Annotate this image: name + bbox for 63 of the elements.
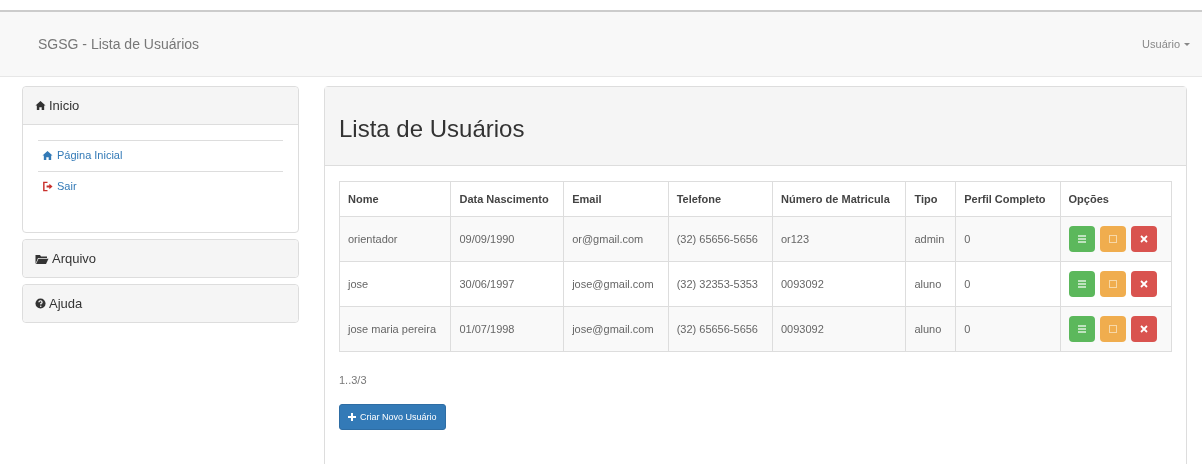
table-cell: (32) 65656-5656	[668, 306, 773, 352]
pagination-text: 1..3/3	[339, 374, 367, 386]
table-cell: admin	[905, 216, 956, 262]
home-icon	[35, 100, 46, 111]
column-header: Email	[563, 181, 669, 217]
column-header: Nome	[339, 181, 451, 217]
table-cell: or123	[772, 216, 906, 262]
table-cell: 30/06/1997	[450, 261, 564, 307]
column-header: Tipo	[905, 181, 956, 217]
column-header: Opções	[1060, 181, 1172, 217]
column-header: Número de Matricula	[772, 181, 906, 217]
table-cell: or@gmail.com	[563, 216, 669, 262]
sidebar-header[interactable]: Inicio	[23, 87, 298, 125]
edit-button[interactable]	[1099, 226, 1126, 252]
table-cell: 0	[955, 261, 1061, 307]
edit-icon	[1108, 235, 1117, 243]
create-user-button[interactable]: Criar Novo Usuário	[339, 404, 446, 430]
sidebar-header[interactable]: Arquivo	[23, 240, 298, 277]
table-cell: 0093092	[772, 306, 906, 352]
close-icon	[1139, 325, 1148, 333]
table-cell: jose	[339, 261, 451, 307]
table-cell: 01/07/1998	[450, 306, 564, 352]
sidebar-header[interactable]: Ajuda	[23, 285, 298, 322]
table-cell: 0	[955, 306, 1061, 352]
table-cell: orientador	[339, 216, 451, 262]
close-icon	[1139, 280, 1148, 288]
details-button[interactable]	[1068, 271, 1095, 297]
table-cell: 0093092	[772, 261, 906, 307]
list-icon	[1077, 280, 1086, 288]
table-cell: 0	[955, 216, 1061, 262]
edit-icon	[1108, 280, 1117, 288]
delete-button[interactable]	[1130, 271, 1157, 297]
home-icon	[42, 149, 53, 161]
help-icon	[35, 298, 46, 309]
details-button[interactable]	[1068, 316, 1095, 342]
details-button[interactable]	[1068, 226, 1095, 252]
table-cell: jose@gmail.com	[563, 261, 669, 307]
delete-button[interactable]	[1130, 226, 1157, 252]
folder-icon	[35, 252, 49, 265]
app-title[interactable]: SGSG - Lista de Usuários	[38, 36, 200, 52]
column-header: Telefone	[668, 181, 773, 217]
column-header: Perfil Completo	[955, 181, 1061, 217]
list-icon	[1077, 235, 1086, 243]
page-title: Lista de Usuários	[339, 115, 526, 143]
table-cell: jose@gmail.com	[563, 306, 669, 352]
sidebar-link[interactable]: Sair	[38, 171, 283, 202]
delete-button[interactable]	[1130, 316, 1157, 342]
list-icon	[1077, 325, 1086, 333]
edit-icon	[1108, 325, 1117, 333]
sidebar-link[interactable]: Página Inicial	[38, 140, 283, 171]
logout-icon	[42, 180, 53, 192]
plus-icon	[348, 413, 356, 421]
edit-button[interactable]	[1099, 271, 1126, 297]
user-menu[interactable]: Usuário	[1142, 38, 1190, 50]
column-header: Data Nascimento	[450, 181, 564, 217]
table-cell: aluno	[905, 261, 956, 307]
edit-button[interactable]	[1099, 316, 1126, 342]
table-cell: aluno	[905, 306, 956, 352]
table-cell: jose maria pereira	[339, 306, 451, 352]
table-cell: 09/09/1990	[450, 216, 564, 262]
table-cell: (32) 32353-5353	[668, 261, 773, 307]
table-cell: (32) 65656-5656	[668, 216, 773, 262]
close-icon	[1139, 235, 1148, 243]
